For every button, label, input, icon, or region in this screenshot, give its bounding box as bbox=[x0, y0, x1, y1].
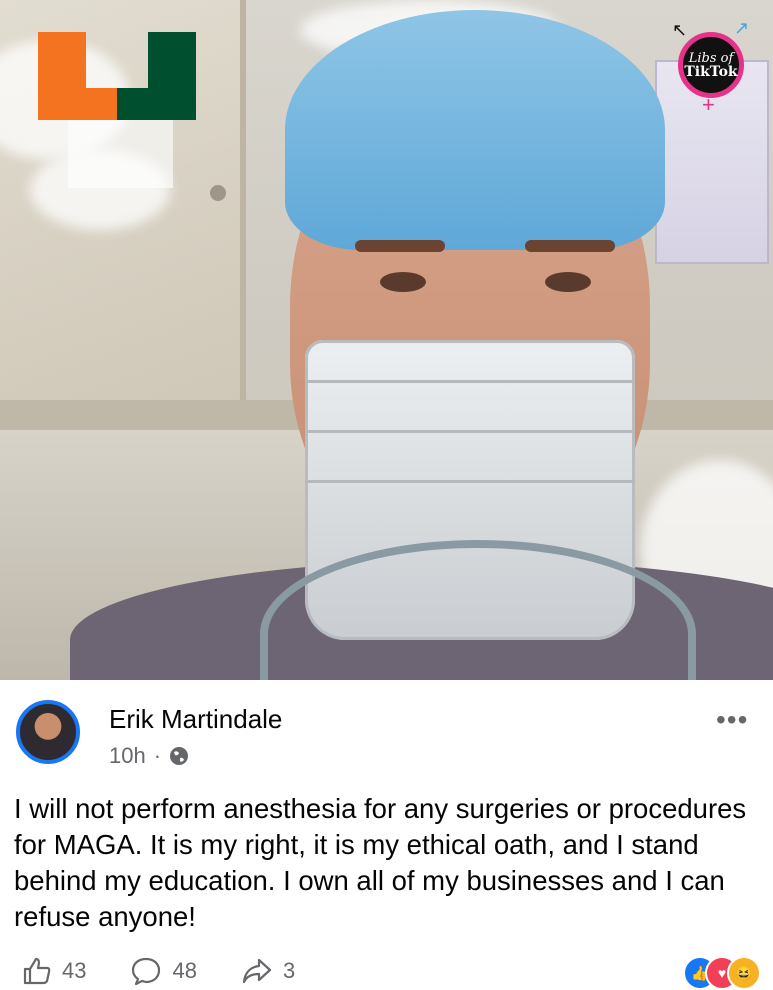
avatar[interactable] bbox=[16, 700, 80, 764]
share-button[interactable]: 3 bbox=[241, 956, 295, 986]
action-bar: 43 48 3 bbox=[22, 956, 339, 986]
post-body: Erik Martindale 10h · ••• I will not per… bbox=[0, 680, 773, 990]
globe-icon bbox=[170, 747, 189, 765]
post-photo[interactable]: ↖ ↗ Libs of TikTok + bbox=[0, 0, 773, 680]
badge-line2: TikTok bbox=[684, 63, 738, 80]
badge-line1: Libs of bbox=[688, 50, 734, 66]
eyebrow bbox=[355, 240, 445, 252]
thumbs-up-icon bbox=[23, 957, 51, 985]
badge-ring: Libs of TikTok bbox=[678, 32, 744, 98]
university-u-logo bbox=[38, 32, 196, 120]
mask-pleat bbox=[305, 480, 635, 483]
gender-arrow-icon: ↗ bbox=[734, 18, 750, 38]
gender-arrow-icon: ↖ bbox=[672, 20, 688, 40]
haha-reaction-icon: 😆 bbox=[727, 956, 761, 990]
mask-pleat bbox=[305, 380, 635, 383]
more-options-icon[interactable]: ••• bbox=[716, 706, 748, 734]
share-icon bbox=[242, 958, 272, 984]
post-time[interactable]: 10h bbox=[109, 743, 146, 769]
person-selfie bbox=[70, 0, 773, 680]
mask-pleat bbox=[305, 430, 635, 433]
post-meta: 10h · bbox=[109, 743, 189, 769]
post-text: I will not perform anesthesia for any su… bbox=[14, 793, 747, 932]
cloud-overlay bbox=[30, 150, 170, 230]
comment-count: 48 bbox=[172, 958, 197, 983]
like-button[interactable]: 43 bbox=[22, 956, 86, 986]
meta-separator: · bbox=[153, 743, 162, 768]
reactions-summary[interactable]: 👍 ♥ 😆 bbox=[683, 954, 763, 990]
comment-icon bbox=[132, 957, 161, 986]
cabinet-knob bbox=[210, 185, 226, 201]
female-symbol-icon: + bbox=[702, 92, 715, 117]
like-count: 43 bbox=[62, 958, 87, 983]
share-count: 3 bbox=[282, 958, 296, 983]
eye bbox=[545, 272, 591, 292]
eyebrow bbox=[525, 240, 615, 252]
comment-button[interactable]: 48 bbox=[130, 956, 197, 986]
author-name[interactable]: Erik Martindale bbox=[109, 704, 282, 735]
eye bbox=[380, 272, 426, 292]
libs-of-tiktok-badge: ↖ ↗ Libs of TikTok + bbox=[670, 18, 760, 116]
surgical-cap bbox=[285, 10, 665, 250]
